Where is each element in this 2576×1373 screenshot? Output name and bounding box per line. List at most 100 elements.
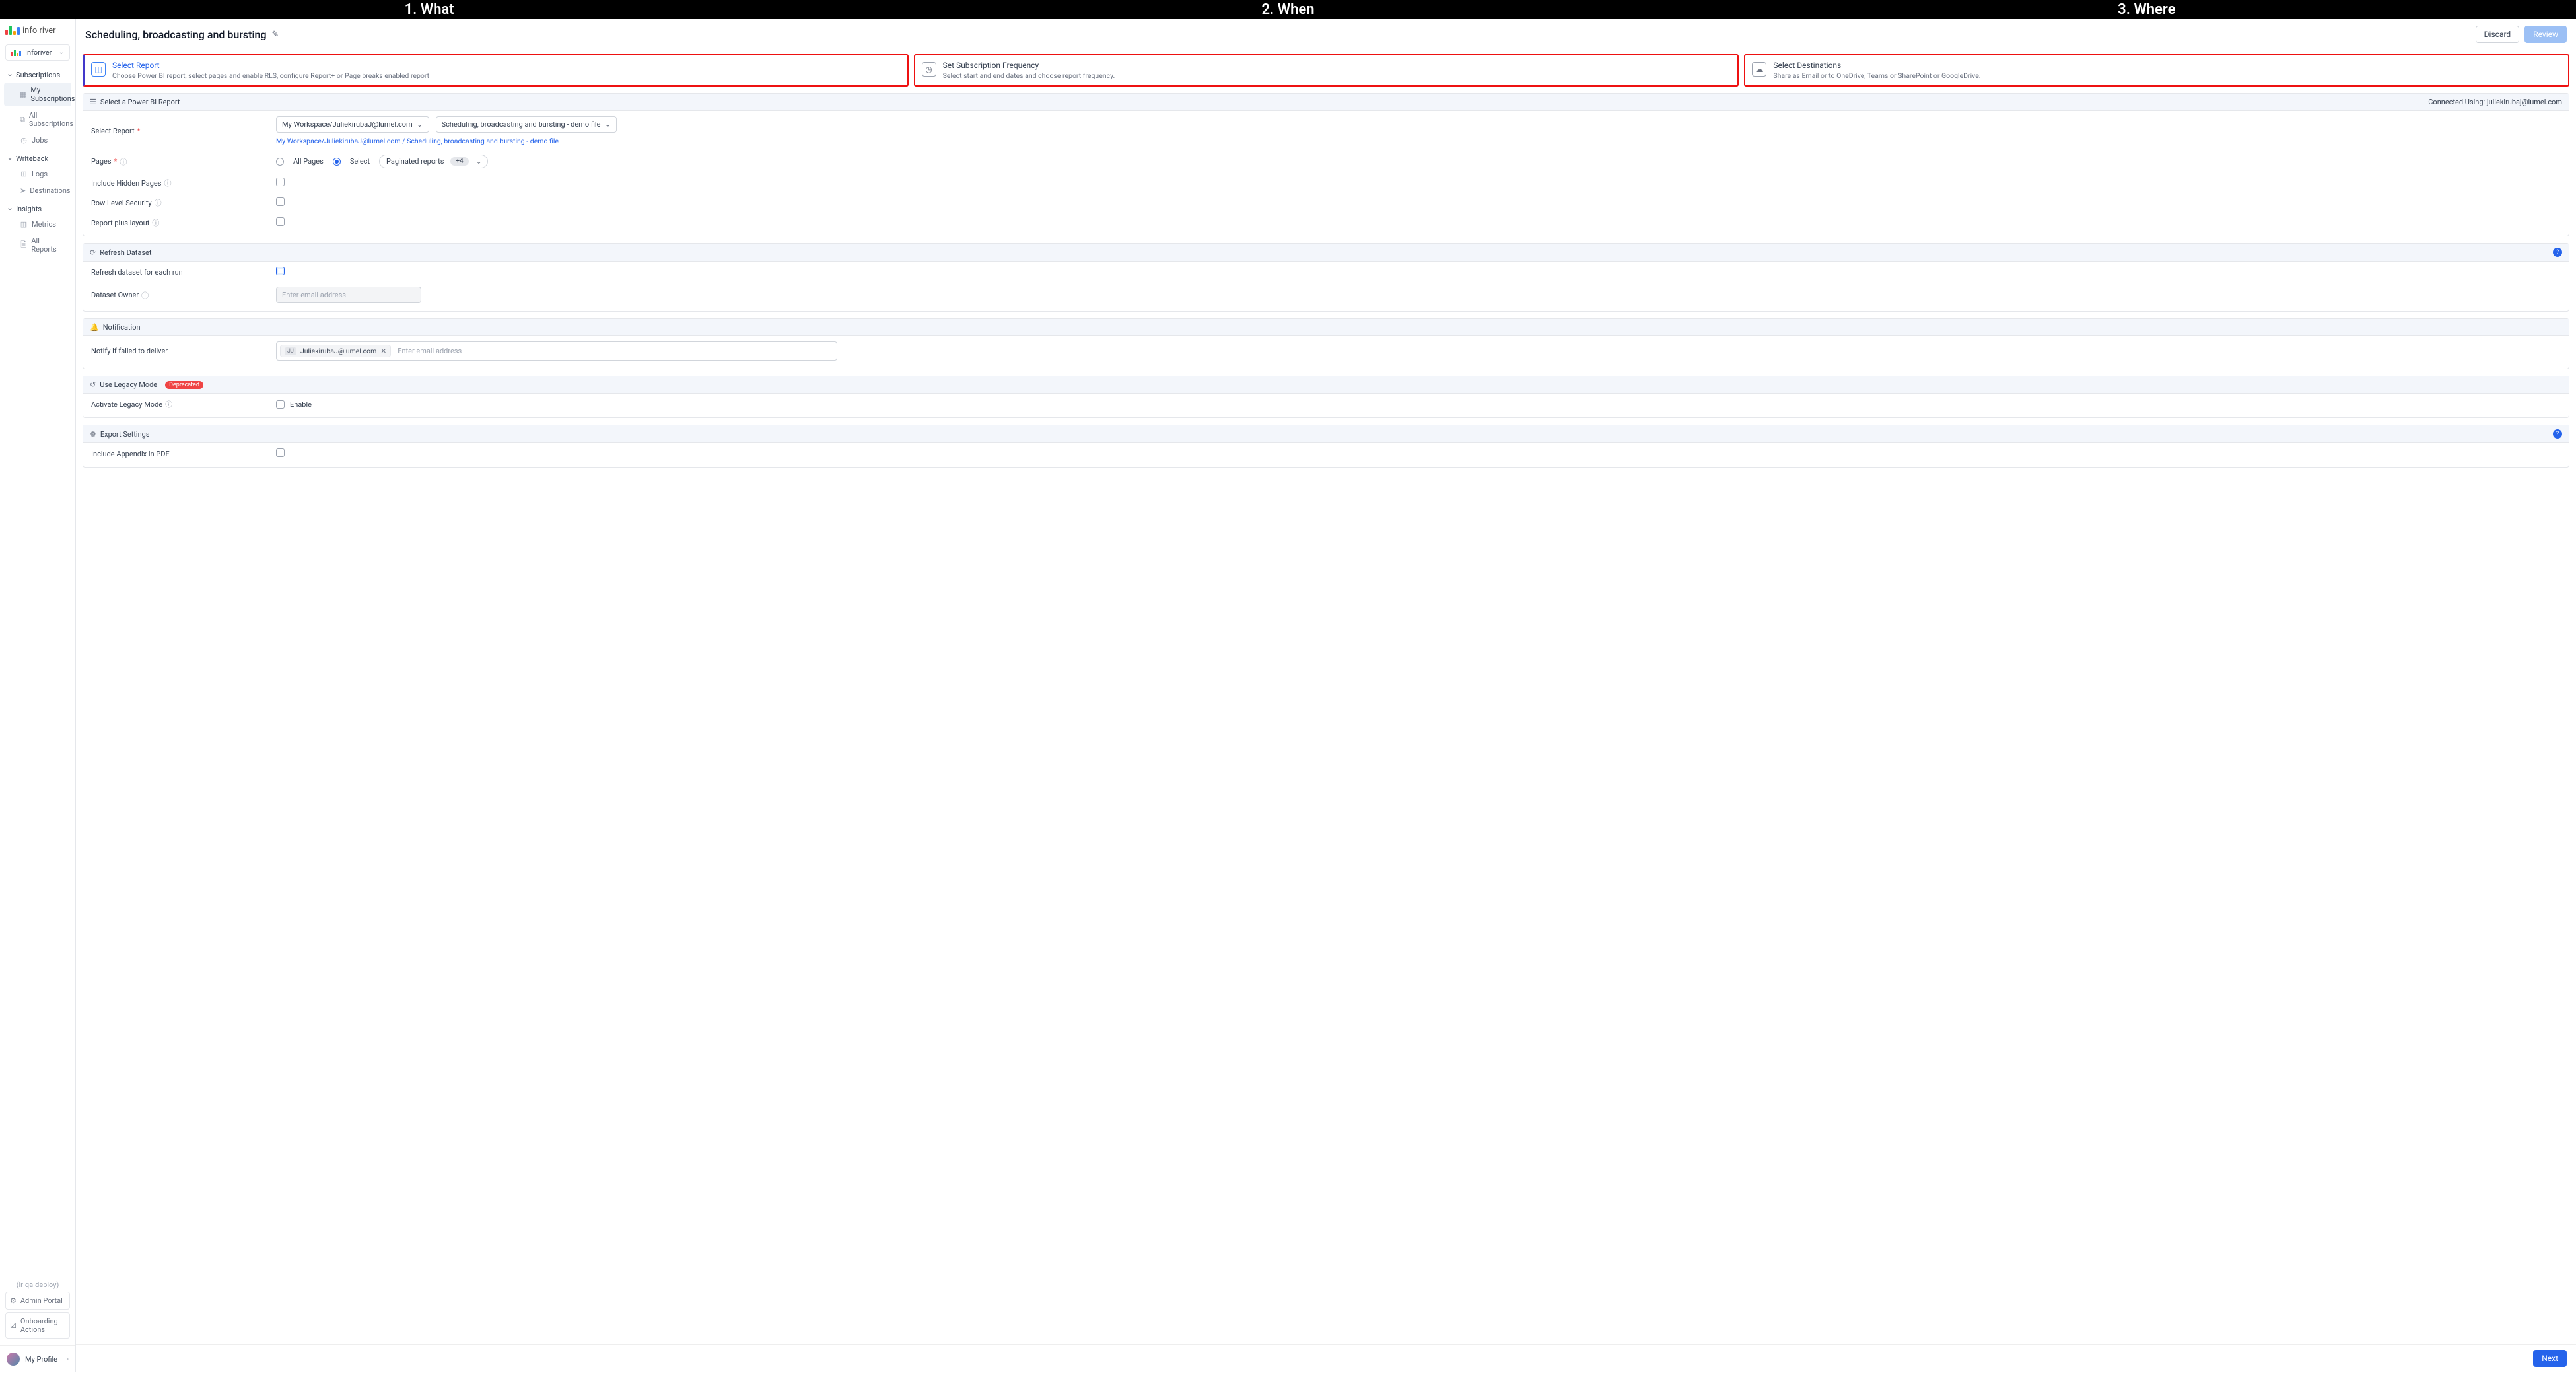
rls-checkbox[interactable] xyxy=(276,197,285,206)
onboarding-actions-link[interactable]: ☑Onboarding Actions xyxy=(5,1312,70,1339)
info-icon[interactable]: ⓘ xyxy=(164,178,171,188)
step-title: Select Report xyxy=(112,61,429,70)
hidden-pages-label: Include Hidden Pages ⓘ xyxy=(91,178,263,188)
page-count-badge: +4 xyxy=(450,157,468,166)
discard-button[interactable]: Discard xyxy=(2476,26,2520,43)
copy-icon: ⧉ xyxy=(20,115,25,124)
panel-title: Refresh Dataset xyxy=(100,248,151,257)
sidebar-item-logs[interactable]: ⊞Logs xyxy=(4,166,71,182)
step-desc: Choose Power BI report, select pages and… xyxy=(112,71,429,80)
workspace-dropdown[interactable]: Inforiver ⌄ xyxy=(5,44,70,61)
main-content: Scheduling, broadcasting and bursting ✎ … xyxy=(76,19,2576,1372)
help-icon[interactable]: ? xyxy=(2553,248,2562,257)
chip-initials: JJ xyxy=(285,347,296,355)
pages-label: Pages* ⓘ xyxy=(91,157,263,167)
sidebar-item-metrics[interactable]: ▥Metrics xyxy=(4,217,71,232)
report-select[interactable]: Scheduling, broadcasting and bursting - … xyxy=(436,116,617,133)
step-desc: Select start and end dates and choose re… xyxy=(943,71,1115,80)
radio-select-pages[interactable] xyxy=(333,158,341,166)
chart-icon xyxy=(11,50,21,56)
log-icon: ⊞ xyxy=(20,170,28,178)
remove-chip-icon[interactable]: ✕ xyxy=(380,347,386,355)
panel-title: Use Legacy Mode xyxy=(100,380,157,389)
connected-using: Connected Using: juliekirubaj@lumel.com xyxy=(2428,98,2562,106)
avatar xyxy=(7,1353,20,1366)
dataset-owner-input[interactable] xyxy=(276,287,421,303)
nav-section-writeback[interactable]: Writeback xyxy=(0,149,75,166)
annotation-bar: 1. What 2. When 3. Where xyxy=(0,0,2576,19)
review-button[interactable]: Review xyxy=(2524,26,2567,43)
refresh-icon: ⟳ xyxy=(90,248,96,257)
activate-legacy-label: Activate Legacy Mode ⓘ xyxy=(91,399,263,409)
sidebar-item-all-reports[interactable]: 🗎All Reports xyxy=(4,233,71,257)
panel-notification: 🔔 Notification Notify if failed to deliv… xyxy=(83,318,2569,369)
panel-title: Notification xyxy=(103,323,141,332)
info-icon[interactable]: ⓘ xyxy=(120,157,127,167)
user-gear-icon: ⚙ xyxy=(10,1296,17,1305)
workspace-select[interactable]: My Workspace/JuliekirubaJ@lumel.com xyxy=(276,116,429,133)
notify-email-input[interactable]: JJ JuliekirubaJ@lumel.com ✕ xyxy=(276,341,837,361)
report-path-link[interactable]: My Workspace/JuliekirubaJ@lumel.com / Sc… xyxy=(276,137,2561,145)
logo-icon xyxy=(5,26,20,35)
legacy-enable-checkbox[interactable] xyxy=(276,400,285,409)
radio-all-pages[interactable] xyxy=(276,158,284,166)
nav-section-subscriptions[interactable]: Subscriptions xyxy=(0,65,75,82)
sidebar-item-jobs[interactable]: ◷Jobs xyxy=(4,133,71,148)
info-icon[interactable]: ⓘ xyxy=(141,290,149,300)
history-icon: ↺ xyxy=(90,380,96,389)
list-icon: ▦ xyxy=(20,90,26,99)
hidden-pages-checkbox[interactable] xyxy=(276,178,285,186)
help-icon[interactable]: ? xyxy=(2553,429,2562,439)
step-select-report[interactable]: ◫ Select Report Choose Power BI report, … xyxy=(83,54,909,87)
select-report-label: Select Report* xyxy=(91,127,263,135)
edit-title-icon[interactable]: ✎ xyxy=(272,30,279,40)
anno-where: 3. Where xyxy=(1718,1,2576,18)
next-button[interactable]: Next xyxy=(2533,1350,2567,1367)
panel-export-settings: ⚙ Export Settings ? Include Appendix in … xyxy=(83,425,2569,468)
panel-refresh-dataset: ⟳ Refresh Dataset ? Refresh dataset for … xyxy=(83,243,2569,312)
all-pages-label: All Pages xyxy=(293,157,324,166)
chevron-down-icon: ⌄ xyxy=(59,49,64,56)
deprecated-badge: Deprecated xyxy=(165,381,203,389)
bell-icon: 🔔 xyxy=(90,323,99,332)
send-icon: ➤ xyxy=(20,186,26,195)
panel-legacy-mode: ↺ Use Legacy Mode Deprecated Activate Le… xyxy=(83,376,2569,418)
info-icon[interactable]: ⓘ xyxy=(155,197,162,208)
admin-portal-link[interactable]: ⚙Admin Portal xyxy=(5,1292,70,1310)
notify-email-text[interactable] xyxy=(395,344,833,358)
workspace-label: Inforiver xyxy=(25,48,52,57)
panel-title: Export Settings xyxy=(100,430,150,439)
cloud-upload-icon: ☁ xyxy=(1752,62,1766,77)
sidebar-item-all-subscriptions[interactable]: ⧉All Subscriptions xyxy=(4,108,71,131)
footer-bar: Next xyxy=(76,1344,2576,1372)
step-row: ◫ Select Report Choose Power BI report, … xyxy=(76,50,2576,90)
anno-what: 1. What xyxy=(0,1,858,18)
sidebar-item-my-subscriptions[interactable]: ▦My Subscriptions xyxy=(4,83,71,106)
chevron-right-icon: › xyxy=(67,1356,69,1363)
refresh-each-label: Refresh dataset for each run xyxy=(91,268,263,277)
clock-icon: ◷ xyxy=(922,62,936,77)
clock-icon: ◷ xyxy=(20,136,28,145)
info-icon[interactable]: ⓘ xyxy=(152,217,159,228)
gear-icon: ⚙ xyxy=(90,430,96,439)
sidebar-item-destinations[interactable]: ➤Destinations xyxy=(4,183,71,198)
step-title: Set Subscription Frequency xyxy=(943,61,1115,70)
report-plus-label: Report plus layout ⓘ xyxy=(91,217,263,228)
profile-menu[interactable]: My Profile › xyxy=(0,1345,75,1372)
dataset-owner-label: Dataset Owner ⓘ xyxy=(91,290,263,300)
pages-multiselect[interactable]: Paginated reports +4 xyxy=(379,155,488,168)
step-select-destinations[interactable]: ☁ Select Destinations Share as Email or … xyxy=(1744,54,2569,87)
panel-select-report: ☰ Select a Power BI Report Connected Usi… xyxy=(83,93,2569,236)
metrics-icon: ▥ xyxy=(20,220,28,229)
appendix-checkbox[interactable] xyxy=(276,448,285,457)
env-label: (ir-qa-deploy) xyxy=(5,1278,70,1292)
refresh-each-checkbox[interactable] xyxy=(276,267,285,275)
info-icon[interactable]: ⓘ xyxy=(165,399,172,409)
select-label: Select xyxy=(350,157,370,166)
logo-text: info river xyxy=(22,26,56,35)
report-plus-checkbox[interactable] xyxy=(276,217,285,226)
report-icon: ◫ xyxy=(91,62,106,77)
nav-section-insights[interactable]: Insights xyxy=(0,199,75,216)
step-set-frequency[interactable]: ◷ Set Subscription Frequency Select star… xyxy=(914,54,1739,87)
bookmark-icon: ☰ xyxy=(90,98,96,106)
